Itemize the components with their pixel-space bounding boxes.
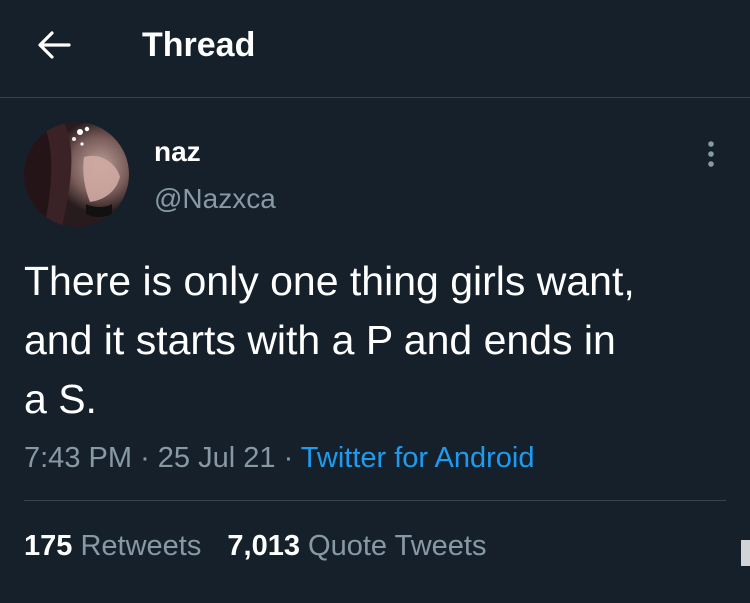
tweet-source-link[interactable]: Twitter for Android [301,442,535,474]
tweet-stats: 175 Retweets 7,013 Quote Tweets [24,528,486,564]
meta-separator: · [140,442,150,474]
quote-tweets-stat[interactable]: 7,013 Quote Tweets [227,530,486,562]
divider [24,500,726,501]
retweets-stat[interactable]: 175 Retweets [24,530,209,562]
tweet-time[interactable]: 7:43 PM [24,442,132,474]
more-vertical-icon [708,141,714,167]
tweet-date[interactable]: 25 Jul 21 [158,442,276,474]
retweets-count: 175 [24,530,73,562]
more-options-button[interactable] [696,136,726,172]
quote-tweets-label: Quote Tweets [308,530,487,562]
meta-separator: · [283,442,294,474]
scrollbar-thumb[interactable] [741,540,750,566]
avatar[interactable] [24,122,129,227]
retweets-label: Retweets [80,530,202,562]
author-handle[interactable]: @Nazxca [154,181,276,217]
page-title: Thread [142,26,256,64]
avatar-image [24,122,129,227]
back-button[interactable] [28,22,80,68]
tweet-text: There is only one thing girls want, and … [24,258,635,422]
arrow-left-icon [38,31,71,59]
author-display-name[interactable]: naz [154,134,201,170]
quote-tweets-count: 7,013 [227,530,300,562]
tweet-metadata: 7:43 PM · 25 Jul 21 · Twitter for Androi… [24,440,535,476]
thread-header: Thread [0,0,750,98]
